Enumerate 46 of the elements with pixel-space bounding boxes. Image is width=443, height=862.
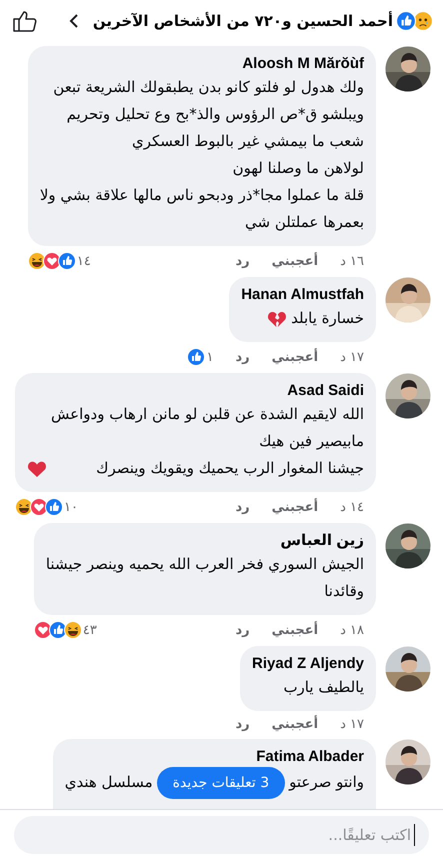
reply-link[interactable]: رد	[235, 350, 250, 364]
reaction-count: ١٤	[76, 254, 91, 268]
reply-link[interactable]: رد	[235, 622, 250, 638]
reaction-count: ٤٣	[82, 622, 97, 638]
comment-text: وانتو صرعتو	[289, 772, 364, 793]
chevron-icon[interactable]	[68, 13, 79, 29]
commenter-name[interactable]: Fatima Albader	[256, 747, 364, 767]
heart-icon	[27, 460, 48, 478]
comment-time: ١٧ د	[340, 350, 364, 364]
like-reaction-icon	[187, 348, 206, 366]
commenter-name[interactable]: Hanan Almustfah	[241, 285, 364, 305]
reactors-summary[interactable]: أحمد الحسين و٧٢٠ من الأشخاص الآخرين	[92, 12, 393, 30]
reaction-count: ١٠	[64, 500, 78, 514]
like-icon[interactable]	[12, 9, 38, 33]
commenter-name[interactable]: Aloosh M Mărŏùf	[242, 54, 364, 74]
like-reaction-icon	[45, 498, 64, 516]
comment-text: الله لايقيم الشدة عن قلبن لو مانن ارهاب ودواعش مابيصير فين هيك جيشنا المغوار الرب يحميك ويقويك وينصرك	[51, 404, 364, 479]
comment-time: ١٧ د	[340, 717, 364, 732]
comment-time: ١٦ د	[340, 254, 364, 268]
like-link[interactable]: أعجبني	[272, 717, 318, 732]
like-reaction-icon	[58, 252, 76, 270]
like-reaction-icon	[396, 11, 416, 31]
reaction-count: ١	[206, 350, 214, 364]
comment-text: ولك هدول لو فلتو كانو بدن يطبقولك الشريعة تبعن ويبلشو ق*ص الرؤوس والذ*بح وع تحليل وتحريم شعب ما بيمشي غير بالبوط العسكري لولاهن ما وصلنا لهون قلة ما عملوا مجا*ذر ودبحو ناس مالها علاقة بشي ولا بعمرها عملتلن شي	[40, 77, 364, 233]
comment-time: ١٤ د	[340, 500, 364, 514]
like-link[interactable]: أعجبني	[272, 500, 318, 514]
comment-text: مسلسل هندي	[64, 772, 153, 793]
comment-input-field[interactable]: اكتب تعليقًا...	[14, 816, 429, 854]
like-link[interactable]: أعجبني	[272, 350, 318, 364]
comment-time: ١٨ د	[340, 622, 364, 638]
like-link[interactable]: أعجبني	[272, 622, 318, 638]
commenter-name[interactable]: زين العباس	[280, 531, 364, 551]
new-comments-button[interactable]: 3 تعليقات جديدة	[156, 766, 286, 798]
comment-text: خسارة يابلد	[291, 308, 364, 329]
reply-link[interactable]: رد	[235, 717, 250, 732]
commenter-name[interactable]: Asad Saidi	[287, 381, 364, 401]
sad-emoji-icon	[413, 11, 433, 31]
broken-heart-icon	[267, 310, 288, 328]
commenter-name[interactable]: Riyad Z Aljendy	[252, 654, 364, 674]
reply-link[interactable]: رد	[235, 254, 250, 268]
comment-text: يالطيف يارب	[283, 677, 364, 698]
laughing-emoji-icon	[64, 621, 82, 639]
reply-link[interactable]: رد	[235, 500, 250, 514]
like-link[interactable]: أعجبني	[272, 254, 318, 268]
text-cursor	[414, 824, 415, 846]
comment-text: الجيش السوري فخر العرب الله يحميه وينصر جيشنا وقائدنا	[46, 554, 364, 602]
